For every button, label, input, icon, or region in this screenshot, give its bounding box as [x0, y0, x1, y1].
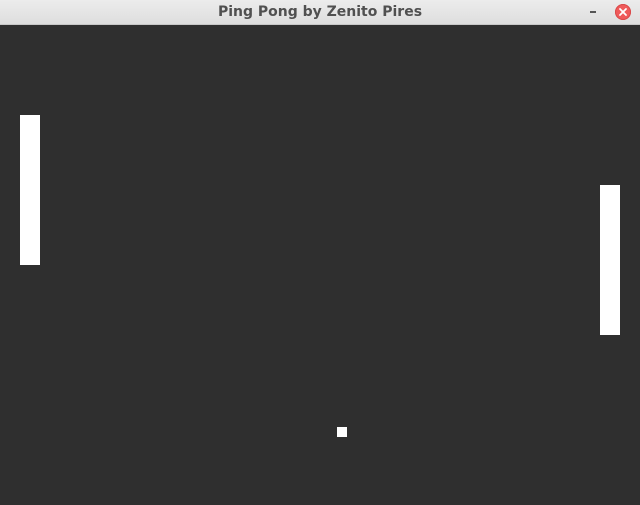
ball: [337, 427, 347, 437]
window-title: Ping Pong by Zenito Pires: [217, 4, 423, 20]
minimize-icon: [590, 11, 596, 13]
title-bar[interactable]: Ping Pong by Zenito Pires: [0, 0, 640, 25]
close-icon: [619, 8, 627, 16]
left-paddle: [20, 115, 40, 265]
close-button[interactable]: [615, 4, 631, 20]
minimize-button[interactable]: [585, 3, 601, 19]
right-paddle: [600, 185, 620, 335]
app-window: Ping Pong by Zenito Pires: [0, 0, 640, 505]
game-court[interactable]: [0, 25, 640, 505]
